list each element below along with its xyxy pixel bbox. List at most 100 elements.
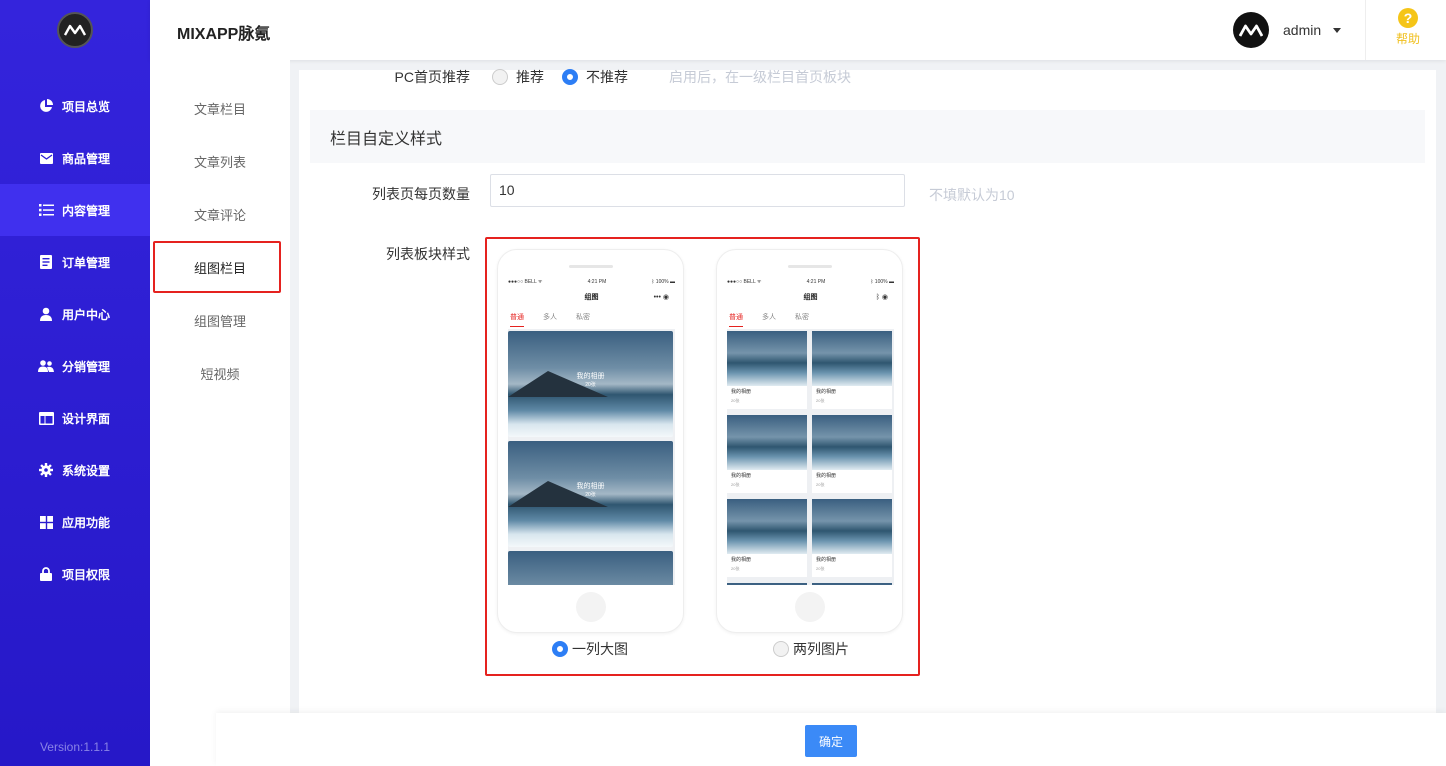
submenu-item-article-list[interactable]: 文章列表 <box>150 152 290 171</box>
submenu-item-gallery-manage[interactable]: 组图管理 <box>150 311 290 330</box>
phone-tab: 多人 <box>543 314 557 321</box>
option-single-column[interactable]: 一列大图 <box>552 639 628 659</box>
list-style-label: 列表板块样式 <box>386 246 470 262</box>
radio-recommend[interactable] <box>492 69 508 85</box>
phone-preview-two-column[interactable]: ●●●○○ BELL ᯤ 4:21 PM ᛒ 100% ▬ 组图 ᛒ ◉ 普通 … <box>716 249 903 633</box>
help-icon: ? <box>1398 8 1418 28</box>
sidebar-item-label: 设计界面 <box>62 411 111 426</box>
submenu-item-article-category[interactable]: 文章栏目 <box>150 99 290 118</box>
phone-screen: 我的相册 20张 我的相册 20张 <box>508 329 675 585</box>
option-two-column[interactable]: 两列图片 <box>773 639 849 659</box>
sidebar-item-products[interactable]: 商品管理 <box>0 132 150 184</box>
phone-capsule-icon: ••• ◉ <box>653 294 669 301</box>
page-size-hint: 不填默认为10 <box>929 187 1015 203</box>
radio-single-column[interactable] <box>552 641 568 657</box>
app-title: MIXAPP脉氪 <box>177 26 271 43</box>
submenu-item-article-comments[interactable]: 文章评论 <box>150 205 290 224</box>
sidebar-item-design[interactable]: 设计界面 <box>0 392 150 444</box>
radio-two-column[interactable] <box>773 641 789 657</box>
card-title: 我的相册 <box>816 389 837 395</box>
document-icon <box>38 255 54 269</box>
glacier-photo <box>812 331 892 386</box>
glacier-photo <box>727 499 807 554</box>
main-content: PC首页推荐 推荐 不推荐 启用后，在一级栏目首页板块 栏目自定义样式 列表页每… <box>299 67 1436 766</box>
small-photo-card <box>812 583 892 585</box>
card-count: 20张 <box>816 482 825 487</box>
glacier-photo <box>727 415 807 470</box>
card-count: 20张 <box>731 398 740 403</box>
status-time: 4:21 PM <box>587 279 607 285</box>
sidebar-item-overview[interactable]: 项目总览 <box>0 80 150 132</box>
radio-recommend-label[interactable]: 推荐 <box>516 67 544 87</box>
header-divider <box>1365 0 1366 60</box>
sidebar-item-orders[interactable]: 订单管理 <box>0 236 150 288</box>
avatar[interactable] <box>1233 12 1269 48</box>
glacier-photo <box>812 499 892 554</box>
page-size-label: 列表页每页数量 <box>372 186 470 202</box>
pc-recommend-label: PC首页推荐 <box>394 69 470 85</box>
sidebar-item-settings[interactable]: 系统设置 <box>0 444 150 496</box>
phone-tab: 多人 <box>762 314 776 321</box>
sidebar-item-content[interactable]: 内容管理 <box>0 184 150 236</box>
glacier-photo <box>812 583 892 585</box>
grid-icon <box>38 515 54 529</box>
radio-not-recommend[interactable] <box>562 69 578 85</box>
highlight-box <box>153 241 281 293</box>
chevron-down-icon[interactable] <box>1333 27 1342 33</box>
user-icon <box>38 307 54 321</box>
sidebar-item-label: 项目权限 <box>62 567 111 582</box>
secondary-menu: 文章栏目 文章列表 文章评论 组图栏目 组图管理 短视频 <box>150 60 290 766</box>
radio-not-recommend-label[interactable]: 不推荐 <box>586 67 628 87</box>
form-footer: 确定 <box>216 713 1446 766</box>
sidebar-item-apps[interactable]: 应用功能 <box>0 496 150 548</box>
sidebar-item-permissions[interactable]: 项目权限 <box>0 548 150 600</box>
status-carrier: ●●●○○ BELL ᯤ <box>727 279 762 285</box>
user-menu[interactable]: admin <box>1233 12 1342 48</box>
page-size-input[interactable]: 10 <box>490 174 905 207</box>
users-icon <box>38 359 54 373</box>
card-title: 我的相册 <box>816 473 837 479</box>
phone-tab: 普通 <box>510 312 524 327</box>
section-title: 栏目自定义样式 <box>310 110 1425 163</box>
card-count: 20张 <box>731 566 740 571</box>
small-photo-card: 我的相册 20张 <box>812 331 892 409</box>
status-time: 4:21 PM <box>806 279 826 285</box>
sidebar-item-users[interactable]: 用户中心 <box>0 288 150 340</box>
phone-speaker <box>788 265 832 268</box>
card-title: 我的相册 <box>576 373 605 380</box>
brand-logo[interactable] <box>57 12 93 48</box>
card-count: 20张 <box>585 492 596 498</box>
big-photo-card: 我的相册 20张 <box>508 331 673 437</box>
help-button[interactable]: ? 帮助 <box>1382 8 1434 47</box>
sidebar-item-label: 系统设置 <box>62 463 111 478</box>
phone-tab: 私密 <box>795 314 809 321</box>
top-header: MIXAPP脉氪 admin ? 帮助 <box>150 0 1446 60</box>
list-icon <box>38 203 54 217</box>
sidebar-item-distribution[interactable]: 分销管理 <box>0 340 150 392</box>
small-photo-card: 我的相册 20张 <box>812 415 892 493</box>
phone-tab: 普通 <box>729 312 743 327</box>
glacier-photo <box>812 415 892 470</box>
phone-home-button <box>795 592 825 622</box>
card-count: 20张 <box>816 566 825 571</box>
primary-sidebar: 项目总览 商品管理 内容管理 订单管理 用户中心 分销管理 设计界面 系统设置 <box>0 0 150 766</box>
pc-recommend-radio-group: 推荐 不推荐 <box>492 67 628 87</box>
small-photo-card: 我的相册 20张 <box>812 499 892 577</box>
option-single-column-label[interactable]: 一列大图 <box>572 639 628 659</box>
sidebar-item-label: 内容管理 <box>62 203 111 218</box>
phone-preview-single-column[interactable]: ●●●○○ BELL ᯤ 4:21 PM ᛒ 100% ▬ 组图 ••• ◉ 普… <box>497 249 684 633</box>
phone-statusbar: ●●●○○ BELL ᯤ 4:21 PM ᛒ 100% ▬ <box>508 279 675 285</box>
confirm-button[interactable]: 确定 <box>805 725 857 757</box>
sidebar-item-label: 订单管理 <box>62 255 111 270</box>
submenu-item-short-video[interactable]: 短视频 <box>150 364 290 383</box>
status-carrier: ●●●○○ BELL ᯤ <box>508 279 543 285</box>
phone-screen: 我的相册 20张 我的相册 20张 我的相册 20张 我的相册 20张 我的相册… <box>727 329 894 585</box>
phone-tabs: 普通 多人 私密 <box>729 312 828 327</box>
gear-icon <box>38 463 54 477</box>
sidebar-item-label: 项目总览 <box>62 99 111 114</box>
username[interactable]: admin <box>1283 22 1321 38</box>
small-photo-card: 我的相册 20张 <box>727 499 807 577</box>
option-two-column-label[interactable]: 两列图片 <box>793 639 849 659</box>
card-count: 20张 <box>731 482 740 487</box>
phone-home-button <box>576 592 606 622</box>
